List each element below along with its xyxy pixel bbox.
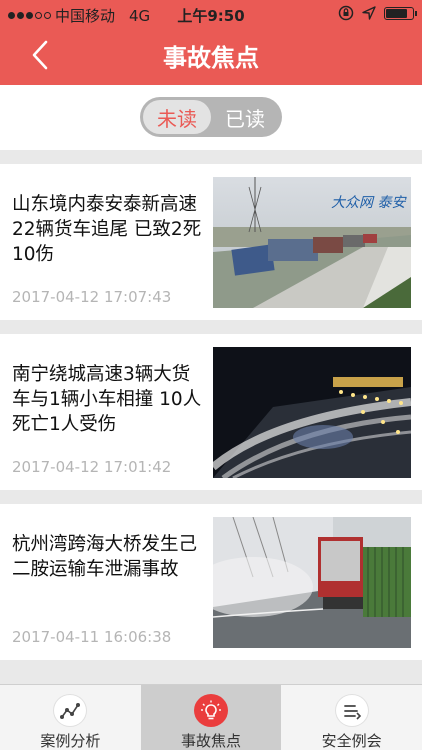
rotation-lock-icon xyxy=(338,5,354,21)
tab-safety-meeting[interactable]: 安全例会 xyxy=(281,685,422,750)
bottom-tab-bar: 案例分析 事故焦点 安全例会 xyxy=(0,684,422,750)
tab-label: 案例分析 xyxy=(40,732,101,750)
header-bar: 中国移动 4G 上午9:50 事故焦点 xyxy=(0,0,422,85)
news-date: 2017-04-12 17:07:43 xyxy=(12,288,172,306)
news-thumbnail xyxy=(213,347,411,478)
list-menu-icon xyxy=(334,694,369,727)
news-item[interactable]: 山东境内泰安泰新高速22辆货车追尾 已致2死10伤 2017-04-12 17:… xyxy=(0,164,422,320)
tab-case-analysis[interactable]: 案例分析 xyxy=(0,685,141,750)
news-date: 2017-04-11 16:06:38 xyxy=(12,628,172,646)
segment-unread[interactable]: 未读 xyxy=(143,100,211,134)
news-item[interactable]: 南宁绕城高速3辆大货车与1辆小车相撞 10人死亡1人受伤 2017-04-12 … xyxy=(0,334,422,490)
read-status-segmented-control: 未读 已读 xyxy=(140,97,282,137)
news-title: 杭州湾跨海大桥发生己二胺运输车泄漏事故 xyxy=(12,534,198,580)
segment-read[interactable]: 已读 xyxy=(211,100,279,134)
location-arrow-icon xyxy=(362,6,376,20)
tab-label: 事故焦点 xyxy=(180,732,241,750)
page-title: 事故焦点 xyxy=(163,44,259,72)
news-image-watermark: 大众网 泰安 xyxy=(331,195,407,211)
news-item[interactable]: 杭州湾跨海大桥发生己二胺运输车泄漏事故 2017-04-11 16:06:38 xyxy=(0,504,422,660)
news-title: 山东境内泰安泰新高速22辆货车追尾 已致2死10伤 xyxy=(12,194,202,265)
tab-label: 安全例会 xyxy=(321,732,382,750)
trend-chart-icon xyxy=(53,694,88,727)
read-filter-bar: 未读 已读 xyxy=(0,85,422,150)
status-bar: 中国移动 4G 上午9:50 xyxy=(0,0,422,28)
status-icons xyxy=(338,5,417,21)
news-thumbnail xyxy=(213,517,411,648)
tab-accident-focus[interactable]: 事故焦点 xyxy=(140,685,282,750)
lightbulb-icon xyxy=(193,694,228,727)
news-thumbnail: 大众网 泰安 xyxy=(213,177,411,308)
news-date: 2017-04-12 17:01:42 xyxy=(12,458,172,476)
battery-icon xyxy=(384,6,417,20)
news-title: 南宁绕城高速3辆大货车与1辆小车相撞 10人死亡1人受伤 xyxy=(12,364,202,435)
